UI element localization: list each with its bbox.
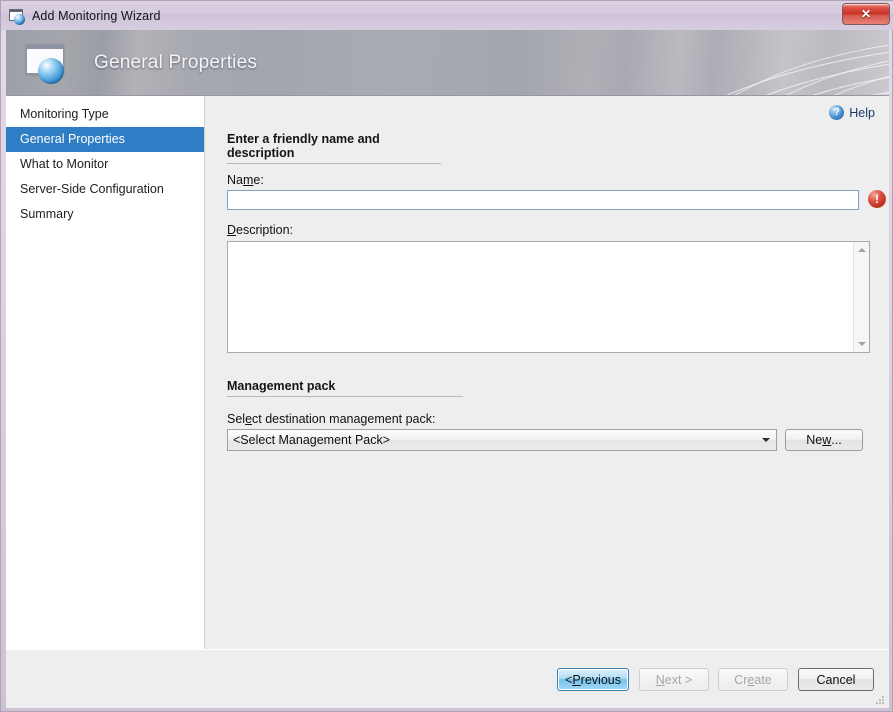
next-post: ext > xyxy=(665,673,692,687)
description-label-mnemonic: D xyxy=(227,223,236,237)
next-mnemonic: N xyxy=(656,673,665,687)
close-icon: ✕ xyxy=(861,7,871,21)
sidebar-item-label: Server-Side Configuration xyxy=(20,182,164,196)
sidebar-item-summary[interactable]: Summary xyxy=(6,202,204,227)
wizard-content: ? Help Enter a friendly name and descrip… xyxy=(206,96,889,649)
new-button-pre: Ne xyxy=(806,433,822,447)
new-management-pack-button[interactable]: New... xyxy=(785,429,863,451)
close-button[interactable]: ✕ xyxy=(842,3,890,25)
section-heading-general: Enter a friendly name and description xyxy=(227,132,441,164)
wizard-footer: < Previous Next > Create Cancel xyxy=(6,649,889,708)
sidebar-item-label: What to Monitor xyxy=(20,157,108,171)
description-label-post: escription: xyxy=(236,223,293,237)
create-pre: Cr xyxy=(734,673,747,687)
mp-label-post: ct destination management pack: xyxy=(252,412,435,426)
create-button[interactable]: Create xyxy=(718,668,788,691)
cancel-button[interactable]: Cancel xyxy=(798,668,874,691)
help-label: Help xyxy=(849,106,875,120)
new-button-mnemonic: w xyxy=(822,433,831,447)
error-exclamation-icon: ! xyxy=(868,190,886,208)
description-scrollbar[interactable] xyxy=(853,242,869,352)
name-label-pre: Na xyxy=(227,173,243,187)
cancel-label: Cancel xyxy=(817,673,856,687)
sidebar-item-general-properties[interactable]: General Properties xyxy=(6,127,204,152)
management-pack-selected-value: <Select Management Pack> xyxy=(233,433,390,447)
mp-label-mnemonic: e xyxy=(245,412,252,426)
description-input[interactable] xyxy=(228,242,854,352)
page-title: General Properties xyxy=(94,52,257,74)
section-heading-management-pack: Management pack xyxy=(227,379,463,397)
window-sphere-icon xyxy=(9,8,26,24)
sidebar-item-server-side-configuration[interactable]: Server-Side Configuration xyxy=(6,177,204,202)
scroll-down-icon[interactable] xyxy=(854,336,870,352)
mp-label-pre: Sel xyxy=(227,412,245,426)
help-link[interactable]: ? Help xyxy=(829,105,875,120)
wizard-banner: General Properties xyxy=(6,30,889,96)
next-button[interactable]: Next > xyxy=(639,668,709,691)
sidebar-item-label: Monitoring Type xyxy=(20,107,109,121)
name-input[interactable] xyxy=(227,190,859,210)
description-label: Description: xyxy=(227,223,293,237)
error-glyph: ! xyxy=(875,193,879,205)
chevron-down-icon xyxy=(757,431,775,449)
sidebar-item-monitoring-type[interactable]: Monitoring Type xyxy=(6,102,204,127)
management-pack-label: Select destination management pack: xyxy=(227,412,435,426)
previous-pre: < xyxy=(565,673,572,687)
banner-mesh-graphic xyxy=(589,30,889,96)
name-label-post: e: xyxy=(253,173,263,187)
name-label-mnemonic: m xyxy=(243,173,253,187)
previous-post: revious xyxy=(581,673,621,687)
scroll-up-icon[interactable] xyxy=(854,242,870,258)
description-field-wrapper xyxy=(227,241,870,353)
sidebar-item-what-to-monitor[interactable]: What to Monitor xyxy=(6,152,204,177)
resize-grip-icon[interactable] xyxy=(873,693,885,705)
title-bar: Add Monitoring Wizard ✕ xyxy=(1,1,893,30)
management-pack-dropdown[interactable]: <Select Management Pack> xyxy=(227,429,777,451)
wizard-window: Add Monitoring Wizard ✕ xyxy=(0,0,893,712)
name-label: Name: xyxy=(227,173,264,187)
wizard-body: Monitoring Type General Properties What … xyxy=(6,96,889,649)
create-post: ate xyxy=(754,673,771,687)
window-sphere-icon xyxy=(22,41,74,85)
create-mnemonic: e xyxy=(747,673,754,687)
sidebar-item-label: Summary xyxy=(20,207,73,221)
new-button-post: ... xyxy=(831,433,841,447)
previous-button[interactable]: < Previous xyxy=(557,668,629,691)
window-title: Add Monitoring Wizard xyxy=(32,9,161,23)
sidebar-item-label: General Properties xyxy=(20,132,125,146)
help-question-icon: ? xyxy=(829,105,844,120)
wizard-step-list: Monitoring Type General Properties What … xyxy=(6,96,205,649)
previous-mnemonic: P xyxy=(572,673,580,687)
